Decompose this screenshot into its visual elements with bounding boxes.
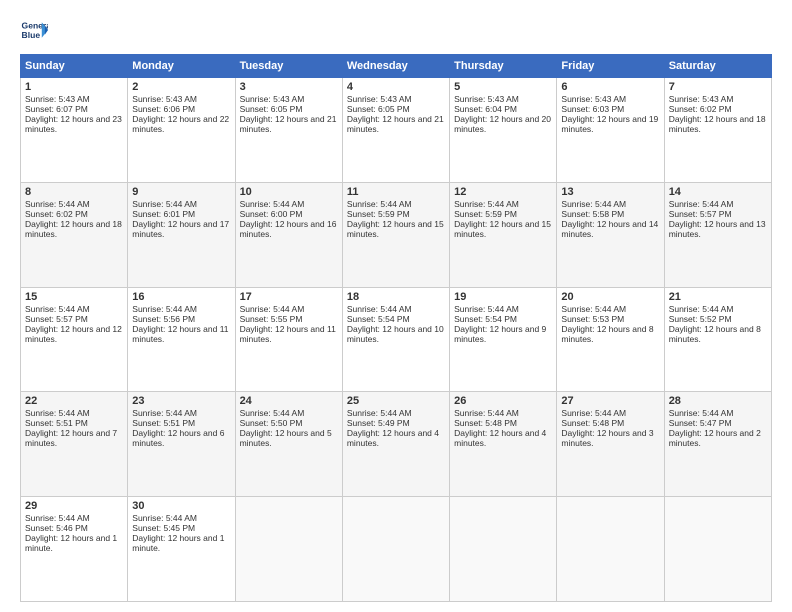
day-number: 18 (347, 291, 445, 303)
calendar-cell: 27Sunrise: 5:44 AMSunset: 5:48 PMDayligh… (557, 392, 664, 497)
day-number: 10 (240, 186, 338, 198)
calendar-cell: 11Sunrise: 5:44 AMSunset: 5:59 PMDayligh… (342, 182, 449, 287)
day-number: 21 (669, 291, 767, 303)
calendar-cell: 28Sunrise: 5:44 AMSunset: 5:47 PMDayligh… (664, 392, 771, 497)
calendar-cell: 26Sunrise: 5:44 AMSunset: 5:48 PMDayligh… (450, 392, 557, 497)
day-number: 22 (25, 395, 123, 407)
calendar-week-3: 15Sunrise: 5:44 AMSunset: 5:57 PMDayligh… (21, 287, 772, 392)
col-monday: Monday (128, 55, 235, 78)
calendar-cell: 13Sunrise: 5:44 AMSunset: 5:58 PMDayligh… (557, 182, 664, 287)
day-number: 8 (25, 186, 123, 198)
day-number: 20 (561, 291, 659, 303)
day-number: 3 (240, 81, 338, 93)
calendar-cell: 24Sunrise: 5:44 AMSunset: 5:50 PMDayligh… (235, 392, 342, 497)
col-sunday: Sunday (21, 55, 128, 78)
calendar-cell: 21Sunrise: 5:44 AMSunset: 5:52 PMDayligh… (664, 287, 771, 392)
day-number: 7 (669, 81, 767, 93)
calendar-cell: 1Sunrise: 5:43 AMSunset: 6:07 PMDaylight… (21, 78, 128, 183)
calendar-cell: 19Sunrise: 5:44 AMSunset: 5:54 PMDayligh… (450, 287, 557, 392)
calendar-week-5: 29Sunrise: 5:44 AMSunset: 5:46 PMDayligh… (21, 497, 772, 602)
calendar-cell: 25Sunrise: 5:44 AMSunset: 5:49 PMDayligh… (342, 392, 449, 497)
header-row: Sunday Monday Tuesday Wednesday Thursday… (21, 55, 772, 78)
col-wednesday: Wednesday (342, 55, 449, 78)
day-number: 1 (25, 81, 123, 93)
calendar-cell: 16Sunrise: 5:44 AMSunset: 5:56 PMDayligh… (128, 287, 235, 392)
day-number: 6 (561, 81, 659, 93)
calendar-cell: 29Sunrise: 5:44 AMSunset: 5:46 PMDayligh… (21, 497, 128, 602)
calendar-week-1: 1Sunrise: 5:43 AMSunset: 6:07 PMDaylight… (21, 78, 772, 183)
calendar-cell: 3Sunrise: 5:43 AMSunset: 6:05 PMDaylight… (235, 78, 342, 183)
calendar-cell: 14Sunrise: 5:44 AMSunset: 5:57 PMDayligh… (664, 182, 771, 287)
day-number: 13 (561, 186, 659, 198)
day-number: 28 (669, 395, 767, 407)
page: General Blue Sunday Monday Tuesday Wedne… (0, 0, 792, 612)
day-number: 5 (454, 81, 552, 93)
logo: General Blue (20, 16, 48, 44)
calendar-cell: 17Sunrise: 5:44 AMSunset: 5:55 PMDayligh… (235, 287, 342, 392)
calendar-header: Sunday Monday Tuesday Wednesday Thursday… (21, 55, 772, 78)
calendar-week-4: 22Sunrise: 5:44 AMSunset: 5:51 PMDayligh… (21, 392, 772, 497)
calendar-cell: 20Sunrise: 5:44 AMSunset: 5:53 PMDayligh… (557, 287, 664, 392)
calendar-cell: 2Sunrise: 5:43 AMSunset: 6:06 PMDaylight… (128, 78, 235, 183)
day-number: 9 (132, 186, 230, 198)
col-friday: Friday (557, 55, 664, 78)
calendar-cell: 9Sunrise: 5:44 AMSunset: 6:01 PMDaylight… (128, 182, 235, 287)
day-number: 14 (669, 186, 767, 198)
col-saturday: Saturday (664, 55, 771, 78)
calendar-cell: 6Sunrise: 5:43 AMSunset: 6:03 PMDaylight… (557, 78, 664, 183)
calendar-cell: 8Sunrise: 5:44 AMSunset: 6:02 PMDaylight… (21, 182, 128, 287)
calendar-cell: 15Sunrise: 5:44 AMSunset: 5:57 PMDayligh… (21, 287, 128, 392)
logo-icon: General Blue (20, 16, 48, 44)
calendar-cell: 30Sunrise: 5:44 AMSunset: 5:45 PMDayligh… (128, 497, 235, 602)
calendar-cell: 5Sunrise: 5:43 AMSunset: 6:04 PMDaylight… (450, 78, 557, 183)
svg-text:Blue: Blue (22, 30, 41, 40)
calendar-cell: 10Sunrise: 5:44 AMSunset: 6:00 PMDayligh… (235, 182, 342, 287)
calendar-cell: 12Sunrise: 5:44 AMSunset: 5:59 PMDayligh… (450, 182, 557, 287)
day-number: 17 (240, 291, 338, 303)
calendar-cell (664, 497, 771, 602)
calendar-week-2: 8Sunrise: 5:44 AMSunset: 6:02 PMDaylight… (21, 182, 772, 287)
calendar-cell: 23Sunrise: 5:44 AMSunset: 5:51 PMDayligh… (128, 392, 235, 497)
day-number: 25 (347, 395, 445, 407)
day-number: 19 (454, 291, 552, 303)
col-tuesday: Tuesday (235, 55, 342, 78)
calendar-cell: 7Sunrise: 5:43 AMSunset: 6:02 PMDaylight… (664, 78, 771, 183)
day-number: 4 (347, 81, 445, 93)
day-number: 16 (132, 291, 230, 303)
calendar-cell: 4Sunrise: 5:43 AMSunset: 6:05 PMDaylight… (342, 78, 449, 183)
col-thursday: Thursday (450, 55, 557, 78)
day-number: 30 (132, 500, 230, 512)
calendar-body: 1Sunrise: 5:43 AMSunset: 6:07 PMDaylight… (21, 78, 772, 602)
calendar-cell (450, 497, 557, 602)
day-number: 11 (347, 186, 445, 198)
day-number: 29 (25, 500, 123, 512)
day-number: 15 (25, 291, 123, 303)
calendar-cell: 22Sunrise: 5:44 AMSunset: 5:51 PMDayligh… (21, 392, 128, 497)
day-number: 24 (240, 395, 338, 407)
header: General Blue (20, 16, 772, 44)
day-number: 27 (561, 395, 659, 407)
calendar-cell (557, 497, 664, 602)
day-number: 26 (454, 395, 552, 407)
day-number: 2 (132, 81, 230, 93)
calendar-table: Sunday Monday Tuesday Wednesday Thursday… (20, 54, 772, 602)
calendar-cell (342, 497, 449, 602)
day-number: 12 (454, 186, 552, 198)
day-number: 23 (132, 395, 230, 407)
calendar-cell: 18Sunrise: 5:44 AMSunset: 5:54 PMDayligh… (342, 287, 449, 392)
calendar-cell (235, 497, 342, 602)
